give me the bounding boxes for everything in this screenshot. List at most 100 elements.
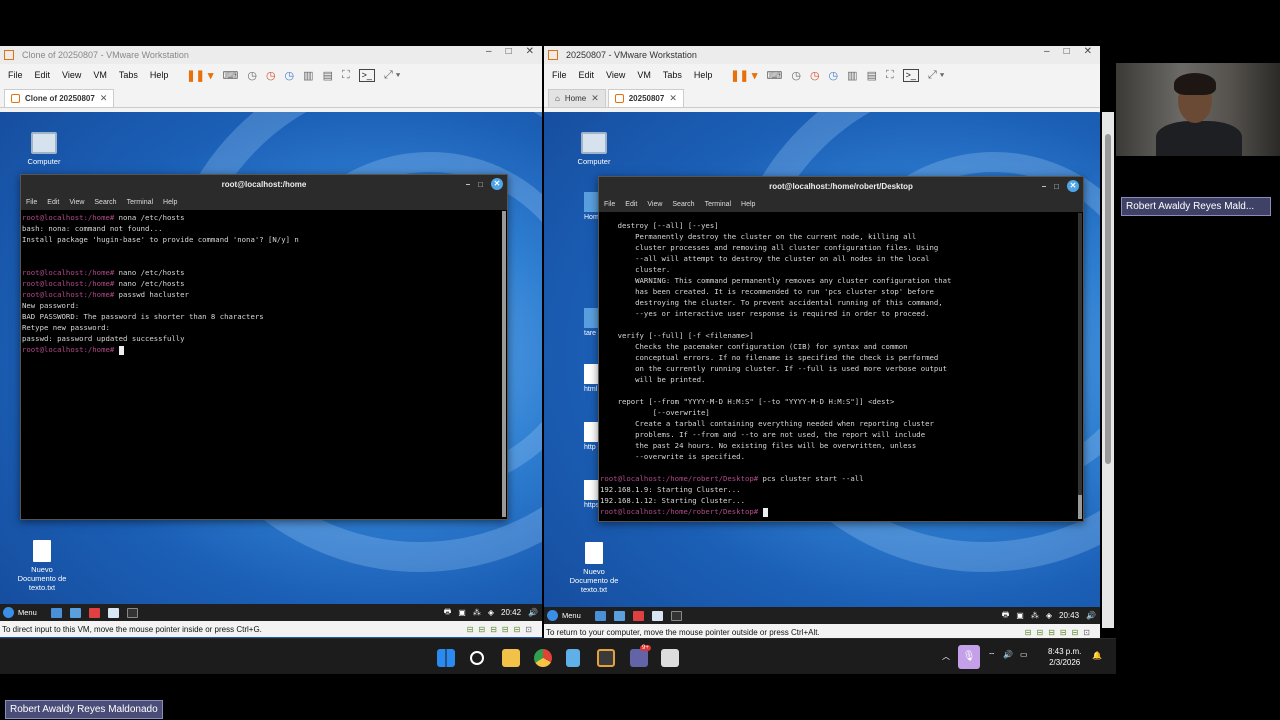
terminal-scrollbar[interactable] [1078,213,1082,519]
printer-icon[interactable]: 🖶 [444,606,452,620]
search-icon[interactable] [470,651,484,665]
maximize-icon[interactable]: □ [478,180,483,189]
page-scrollbar[interactable] [1102,112,1114,628]
terminal-scrollbar[interactable] [502,211,506,517]
wifi-icon[interactable]: ⌔ [988,651,996,661]
tab-home[interactable]: ⌂ Home ✕ [548,89,606,107]
sound-icon[interactable]: ⊟ [514,625,521,634]
desktop-icon-peek-4[interactable]: http [584,422,598,451]
console-view-icon[interactable]: >_ [358,68,375,82]
desktop-icon-computer[interactable]: Computer [564,132,624,166]
terminal-task-icon[interactable] [670,610,682,621]
show-desktop-icon[interactable] [594,610,606,621]
term-menu-help[interactable]: Help [741,201,755,208]
start-menu-button[interactable]: Menu [3,607,37,618]
minimize-icon[interactable]: – [466,180,470,189]
minimize-icon[interactable]: – [486,46,492,57]
guest-clock[interactable]: 20:43 [1059,611,1079,620]
left-guest-desktop[interactable]: Computer Nuevo Documento de texto.txt ro… [0,112,542,638]
desktop-icon-peek-5[interactable]: https [584,480,599,509]
snapshot-manager-icon[interactable]: ◷ [829,69,839,82]
guest-clock[interactable]: 20:42 [501,608,521,617]
menu-vm[interactable]: VM [93,70,107,80]
term-menu-file[interactable]: File [26,199,37,206]
menu-edit[interactable]: Edit [579,70,595,80]
terminal-titlebar[interactable]: root@localhost:/home – □ ✕ [21,175,507,194]
revert-snapshot-icon[interactable]: ◷ [810,69,820,82]
desktop-icon-peek-2[interactable]: tare [584,308,598,337]
menu-help[interactable]: Help [150,70,169,80]
clipboard-icon[interactable]: ▣ [1016,611,1024,620]
hdd-icon[interactable]: ⊟ [467,625,474,634]
start-menu-button[interactable]: Menu [547,610,581,621]
cd-icon[interactable]: ⊟ [1036,628,1043,637]
net-adapter-icon[interactable]: ⊟ [1048,628,1055,637]
network-icon[interactable]: ⁂ [1031,611,1039,620]
terminal-titlebar[interactable]: root@localhost:/home/robert/Desktop – □ ✕ [599,177,1083,196]
tab-clone[interactable]: Clone of 20250807 ✕ [4,89,115,107]
term-menu-help[interactable]: Help [163,199,177,206]
desktop-icon-new-doc[interactable]: Nuevo Documento de texto.txt [12,540,72,592]
sound-icon[interactable]: ⊟ [1072,628,1079,637]
terminal-output[interactable]: destroy [--all] [--yes] Permanently dest… [599,212,1083,519]
menu-tabs[interactable]: Tabs [663,70,682,80]
volume-icon[interactable]: 🔊 [528,608,538,617]
battery-icon[interactable]: ▭ [1020,650,1028,659]
term-menu-search[interactable]: Search [672,201,694,208]
right-terminal-window[interactable]: root@localhost:/home/robert/Desktop – □ ✕ … [598,176,1084,522]
hdd-icon[interactable]: ⊟ [1025,628,1032,637]
microphone-icon[interactable]: 🎙 [958,645,980,669]
desktop-icon-new-doc[interactable]: Nuevo Documento de texto.txt [564,542,624,594]
fullscreen-icon[interactable]: ⛶ [886,69,894,82]
scroll-thumb[interactable] [1105,134,1111,464]
stretch-icon[interactable]: ⤢ ▾ [928,69,944,82]
minimize-icon[interactable]: – [1044,46,1050,57]
shield-icon[interactable]: ◈ [1046,611,1052,620]
pause-icon[interactable]: ❚❚ ▾ [186,69,213,82]
notification-icon[interactable]: 🔔 [1092,651,1102,660]
send-keys-icon[interactable]: ⌨ [766,69,782,82]
term-menu-terminal[interactable]: Terminal [127,199,153,206]
snapshot-manager-icon[interactable]: ◷ [285,69,295,82]
desktop-icon-peek-3[interactable]: html [584,364,598,393]
menu-help[interactable]: Help [694,70,713,80]
chrome-icon[interactable] [534,649,552,667]
right-window-titlebar[interactable]: 20250807 - VMware Workstation – □ ✕ [544,46,1100,64]
host-clock[interactable]: 8:43 p.m. 2/3/2026 [1048,646,1081,668]
menu-view[interactable]: View [606,70,625,80]
show-hidden-icons[interactable]: ︿ [942,651,950,662]
file-explorer-icon[interactable] [502,649,520,667]
close-tab-icon[interactable]: ✕ [591,93,599,104]
teams-icon[interactable] [630,649,648,667]
close-tab-icon[interactable]: ✕ [100,93,108,104]
right-guest-desktop[interactable]: Computer Hom tare html http https Nuevo … [544,112,1100,638]
speaker-icon[interactable]: 🔊 [1003,650,1013,659]
terminal-output[interactable]: root@localhost:/home# nona /etc/hosts bas… [21,210,507,357]
fullscreen-icon[interactable]: ⛶ [342,69,350,82]
desktop-icon-peek-1[interactable]: Hom [584,192,599,221]
app-icon[interactable] [107,607,119,618]
left-window-titlebar[interactable]: Clone of 20250807 - VMware Workstation –… [0,46,542,64]
maximize-icon[interactable]: □ [506,46,512,57]
shield-icon[interactable]: ◈ [488,608,494,617]
maximize-icon[interactable]: □ [1054,182,1059,191]
tab-20250807[interactable]: 20250807 ✕ [607,89,684,107]
software-icon[interactable] [88,607,100,618]
term-menu-file[interactable]: File [604,201,615,208]
left-terminal-window[interactable]: root@localhost:/home – □ ✕ File Edit View … [20,174,508,520]
close-tab-icon[interactable]: ✕ [669,93,677,104]
menu-vm[interactable]: VM [637,70,651,80]
volume-icon[interactable]: 🔊 [1086,611,1096,620]
close-icon[interactable]: ✕ [1067,180,1079,192]
term-menu-view[interactable]: View [69,199,84,206]
pause-icon[interactable]: ❚❚ ▾ [730,69,757,82]
menu-tabs[interactable]: Tabs [119,70,138,80]
vmware-taskbar-icon[interactable] [597,649,615,667]
console-view-icon[interactable]: >_ [902,68,919,82]
menu-file[interactable]: File [552,70,567,80]
files-icon[interactable] [613,610,625,621]
library-icon[interactable]: ▥ [847,69,857,82]
term-menu-edit[interactable]: Edit [47,199,59,206]
stretch-icon[interactable]: ⤢ ▾ [384,69,400,82]
display-icon[interactable]: ⊡ [525,625,532,634]
